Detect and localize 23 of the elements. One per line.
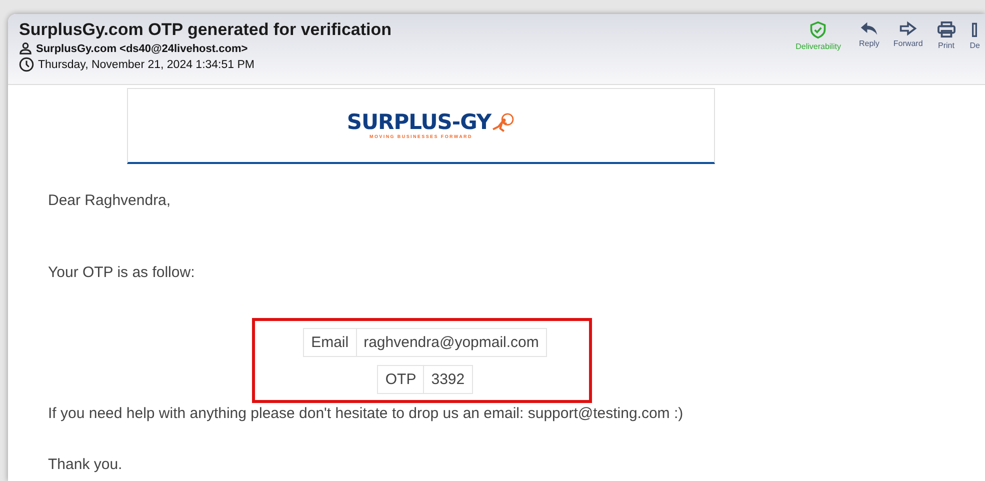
reply-arrow-icon: [860, 21, 878, 36]
forward-button[interactable]: Forward: [886, 21, 930, 55]
printer-icon: [936, 21, 956, 38]
table-value-cell: 3392: [424, 365, 472, 393]
greeting-text: Dear Raghvendra,: [48, 192, 172, 209]
print-button[interactable]: Print: [930, 21, 963, 55]
logo-wordmark: SURPLUS-GY: [346, 112, 492, 133]
email-date: Thursday, November 21, 2024 1:34:51 PM: [38, 58, 254, 70]
delete-button[interactable]: De: [962, 21, 985, 55]
sender-address: SurplusGy.com <ds40@24livehost.com>: [36, 42, 248, 54]
intro-text: Your OTP is as follow:: [48, 264, 196, 281]
person-icon: [19, 42, 32, 55]
closing-text: Thank you.: [48, 456, 124, 473]
table-label-cell: OTP: [378, 365, 424, 393]
table-value-cell: raghvendra@yopmail.com: [356, 328, 546, 356]
help-text: If you need help with anything please don't hesitate to drop us an email: support@testing.com :): [48, 405, 684, 422]
clock-icon: [19, 57, 34, 72]
table-label-cell: Email: [304, 328, 356, 356]
reply-button[interactable]: Reply: [852, 21, 886, 55]
email-subject: SurplusGy.com OTP generated for verification: [19, 20, 392, 40]
shield-check-icon: [809, 21, 828, 39]
forward-arrow-icon: [899, 21, 918, 36]
runner-icon: [491, 113, 516, 133]
